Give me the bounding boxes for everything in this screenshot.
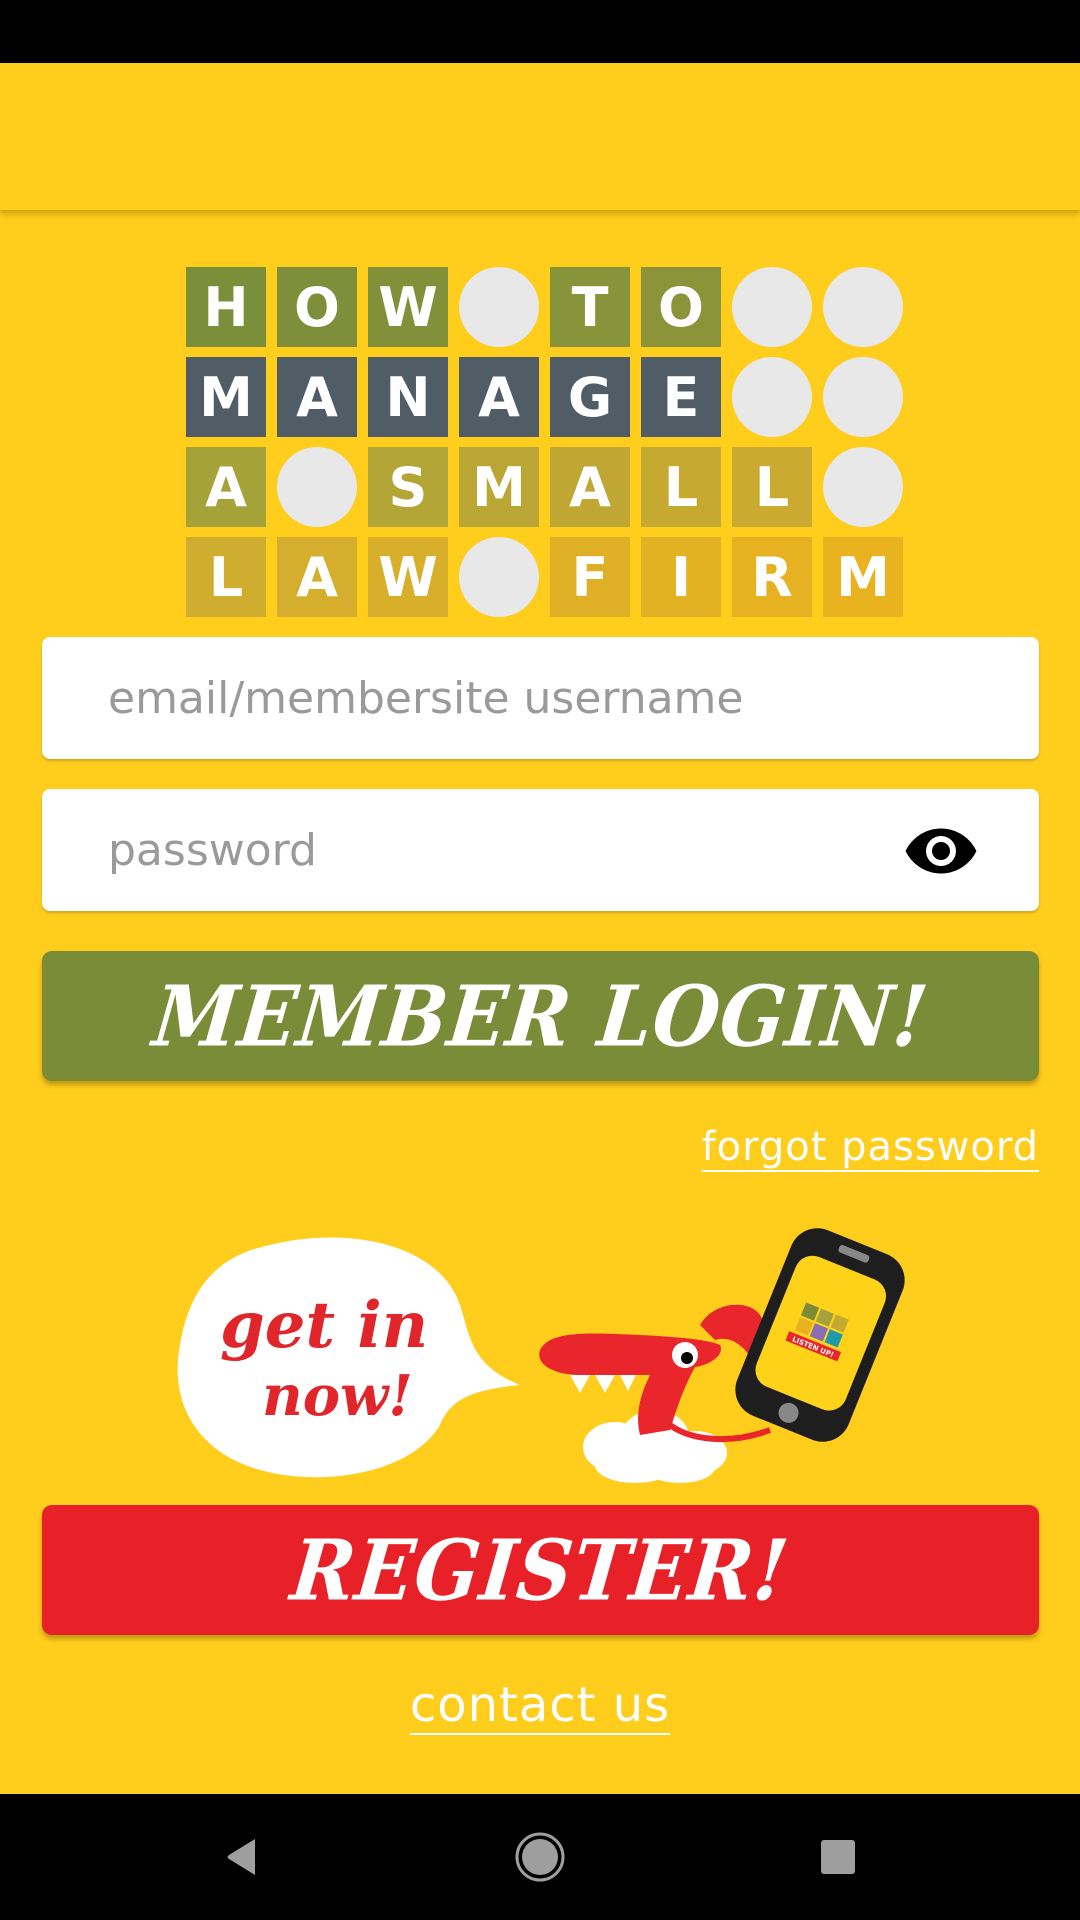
member-login-button[interactable]: MEMBER LOGIN! [42, 951, 1039, 1081]
logo-letter-tile: A [550, 447, 630, 527]
logo-letter-tile: L [732, 447, 812, 527]
logo-letter-tile: R [732, 537, 812, 617]
logo-circle [459, 267, 539, 347]
logo-letter-tile: G [550, 357, 630, 437]
back-triangle-icon [227, 1839, 255, 1875]
logo-letter-tile: A [459, 357, 539, 437]
logo-letter-tile: M [823, 537, 903, 617]
app-toolbar [0, 63, 1080, 210]
logo-letter-tile: O [277, 267, 357, 347]
email-input[interactable] [42, 637, 1039, 759]
member-login-label: MEMBER LOGIN! [148, 967, 933, 1065]
nav-recents-button[interactable] [768, 1794, 908, 1920]
logo-letter-tile: T [550, 267, 630, 347]
speech-text-line1: get in [220, 1288, 428, 1363]
red-dog-mascot-icon [539, 1304, 772, 1442]
register-label: REGISTER! [287, 1521, 794, 1619]
email-field-container [42, 637, 1039, 759]
app-logo: HOWTOMANAGEASMALLLAWFIRM [186, 267, 903, 617]
logo-letter-tile: M [186, 357, 266, 437]
system-nav-bar [0, 1794, 1080, 1920]
logo-letter-tile: A [277, 537, 357, 617]
logo-letter-tile: W [368, 537, 448, 617]
logo-letter-tile: L [186, 537, 266, 617]
logo-letter-tile: H [186, 267, 266, 347]
logo-circle [823, 267, 903, 347]
password-input[interactable] [42, 789, 1039, 911]
status-bar [0, 0, 1080, 63]
phone-illustration-icon: LISTEN UP! [735, 1228, 905, 1442]
contact-us-container: contact us [0, 1677, 1080, 1733]
logo-circle [459, 537, 539, 617]
visibility-eye-icon[interactable] [905, 826, 977, 876]
recents-square-icon [821, 1840, 855, 1874]
contact-us-link[interactable]: contact us [410, 1677, 670, 1733]
logo-letter-tile: S [368, 447, 448, 527]
register-button[interactable]: REGISTER! [42, 1505, 1039, 1635]
logo-letter-tile: F [550, 537, 630, 617]
logo-letter-tile: N [368, 357, 448, 437]
logo-letter-tile: A [277, 357, 357, 437]
speech-bubble: get in now! [177, 1237, 520, 1478]
logo-letter-tile: M [459, 447, 539, 527]
logo-letter-tile: I [641, 537, 721, 617]
logo-circle [823, 357, 903, 437]
speech-text-line2: now! [262, 1363, 413, 1429]
nav-home-button[interactable] [470, 1794, 610, 1920]
forgot-password-link[interactable]: forgot password [702, 1124, 1039, 1170]
logo-circle [732, 267, 812, 347]
logo-letter-tile: O [641, 267, 721, 347]
get-in-now-banner: get in now! LISTEN UP! [177, 1228, 905, 1483]
home-circle-icon [515, 1832, 565, 1882]
logo-circle [277, 447, 357, 527]
logo-letter-tile: A [186, 447, 266, 527]
logo-letter-tile: W [368, 267, 448, 347]
logo-circle [732, 357, 812, 437]
password-field-container [42, 789, 1039, 911]
logo-circle [823, 447, 903, 527]
logo-letter-tile: L [641, 447, 721, 527]
nav-back-button[interactable] [172, 1794, 312, 1920]
logo-letter-tile: E [641, 357, 721, 437]
